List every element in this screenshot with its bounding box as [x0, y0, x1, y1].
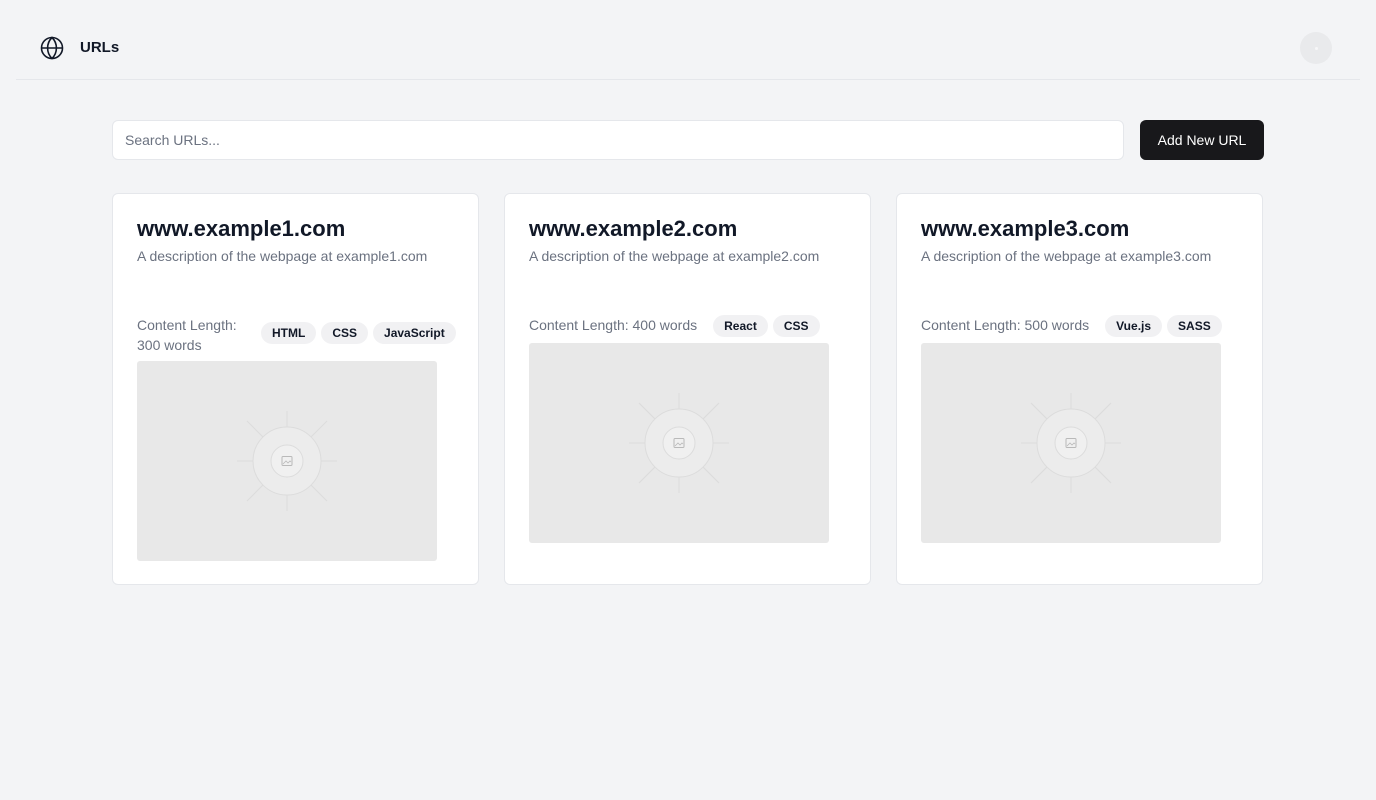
tag-list: HTML CSS JavaScript: [261, 315, 456, 344]
card-meta: Content Length: 400 words React CSS: [529, 315, 847, 337]
url-card[interactable]: www.example2.com A description of the we…: [504, 193, 871, 585]
search-input[interactable]: [112, 120, 1124, 160]
tag-badge[interactable]: CSS: [772, 315, 820, 337]
thumbnail-placeholder: [529, 343, 829, 543]
card-title[interactable]: www.example1.com: [137, 216, 345, 242]
tag-badge[interactable]: SASS: [1167, 315, 1222, 337]
thumbnail-placeholder: [137, 361, 437, 561]
tag-list: Vue.js SASS: [1105, 315, 1222, 337]
card-description: A description of the webpage at example2…: [529, 248, 820, 264]
thumbnail-placeholder: [921, 343, 1221, 543]
tag-badge[interactable]: HTML: [261, 322, 317, 344]
content-length: Content Length: 400 words: [529, 317, 698, 333]
content-length: Content Length: 500 words: [921, 317, 1090, 333]
tag-badge[interactable]: CSS: [321, 322, 369, 344]
avatar-placeholder-dot: [1314, 46, 1318, 50]
content-length: Content Length: 300 words: [137, 317, 237, 353]
image-placeholder-icon: [629, 393, 729, 493]
url-card[interactable]: www.example3.com A description of the we…: [896, 193, 1263, 585]
card-meta: Content Length: 300 words HTML CSS JavaS…: [137, 315, 456, 355]
add-new-url-button[interactable]: Add New URL: [1140, 120, 1264, 160]
tag-list: React CSS: [713, 315, 820, 337]
url-card[interactable]: www.example1.com A description of the we…: [112, 193, 479, 585]
image-placeholder-icon: [1021, 393, 1121, 493]
tag-badge[interactable]: React: [713, 315, 768, 337]
tag-badge[interactable]: JavaScript: [373, 322, 456, 344]
app-title: URLs: [80, 39, 120, 56]
card-title[interactable]: www.example2.com: [529, 216, 737, 242]
avatar[interactable]: [1300, 32, 1332, 64]
globe-icon: [40, 36, 64, 60]
card-description: A description of the webpage at example3…: [921, 248, 1212, 264]
card-title[interactable]: www.example3.com: [921, 216, 1129, 242]
app-header: URLs: [16, 0, 1360, 80]
image-placeholder-icon: [237, 411, 337, 511]
card-meta: Content Length: 500 words Vue.js SASS: [921, 315, 1239, 337]
tag-badge[interactable]: Vue.js: [1105, 315, 1163, 337]
card-description: A description of the webpage at example1…: [137, 248, 428, 264]
